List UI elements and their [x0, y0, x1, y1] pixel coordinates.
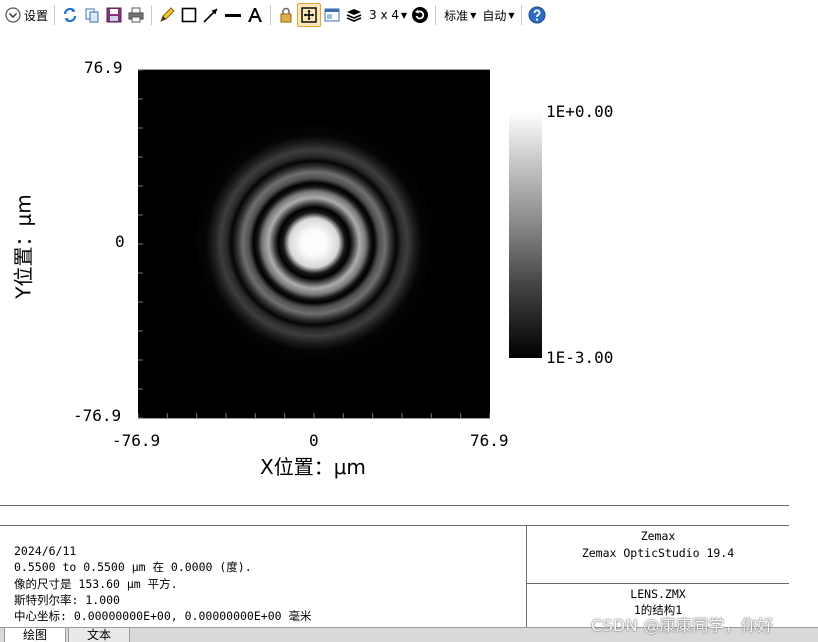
info-wavelength: 0.5500 to 0.5500 μm 在 0.0000 (度). [14, 560, 252, 575]
caret-down-icon: ▼ [508, 10, 515, 20]
layers-button[interactable] [343, 3, 365, 27]
airy-pattern [138, 70, 490, 418]
layout-label: 3 x 4 [369, 8, 400, 22]
help-icon [528, 6, 546, 24]
pencil-icon [158, 6, 176, 24]
x-tick-left: -76.9 [112, 431, 161, 450]
standard-label: 标准 [444, 8, 469, 23]
rotate-icon [411, 6, 429, 24]
toolbar-divider [151, 5, 153, 25]
tab-draw[interactable]: 绘图 [4, 628, 67, 642]
refresh-button[interactable] [59, 3, 81, 27]
standard-dropdown[interactable]: 标准 ▼ [440, 3, 478, 27]
y-tick-bottom: -76.9 [73, 406, 122, 425]
save-icon [105, 6, 123, 24]
text-tool-button[interactable] [244, 3, 266, 27]
refresh-icon [61, 6, 79, 24]
info-file: LENS.ZMX [630, 587, 686, 601]
lock-icon [277, 6, 295, 24]
save-button[interactable] [103, 3, 125, 27]
line-tool-button[interactable] [222, 3, 244, 27]
y-axis-title: Y位置：μm [11, 194, 36, 299]
printer-icon [127, 6, 145, 24]
colorbar-min-label: 1E-3.00 [546, 348, 614, 367]
rectangle-icon [180, 6, 198, 24]
psf-image[interactable] [138, 69, 490, 419]
rotate-button[interactable] [409, 3, 431, 27]
chevron-down-circle-icon [4, 6, 22, 24]
toolbar-divider [520, 5, 522, 25]
info-text-block: 2024/6/11 0.5500 to 0.5500 μm 在 0.0000 (… [14, 543, 311, 624]
info-product: Zemax OpticStudio 19.4 [581, 545, 735, 560]
arrow-icon [202, 6, 220, 24]
arrow-tool-button[interactable] [200, 3, 222, 27]
window-icon [323, 6, 341, 24]
lock-button[interactable] [275, 3, 297, 27]
info-date: 2024/6/11 [14, 544, 77, 558]
y-tick-mid: 0 [115, 232, 125, 251]
fit-window-button[interactable] [297, 3, 322, 27]
y-tick-top: 76.9 [84, 58, 123, 77]
watermark-text: CSDN @康康同学，你好 [591, 616, 774, 635]
caret-down-icon: ▼ [470, 10, 477, 20]
auto-label: 自动 [482, 8, 507, 23]
rectangle-tool-button[interactable] [178, 3, 200, 27]
info-company: Zemax [640, 529, 676, 543]
info-divider [526, 583, 789, 584]
x-axis-title: X位置：μm [260, 455, 366, 479]
toolbar-divider [270, 5, 272, 25]
info-company-block: Zemax Zemax OpticStudio 19.4 [527, 528, 789, 561]
crosshair-box-icon [300, 6, 318, 24]
toolbar-divider [54, 5, 56, 25]
settings-button[interactable]: 设置 [2, 3, 50, 27]
print-button[interactable] [125, 3, 147, 27]
x-tick-right: 76.9 [470, 431, 509, 450]
layout-dropdown[interactable]: 3 x 4 ▼ [365, 3, 409, 27]
line-icon [224, 6, 242, 24]
caret-down-icon: ▼ [401, 10, 408, 20]
info-center: 中心坐标: 0.00000000E+00, 0.00000000E+00 毫米 [14, 609, 312, 624]
text-icon [246, 6, 264, 24]
info-panel: 2024/6/11 0.5500 to 0.5500 μm 在 0.0000 (… [0, 505, 789, 628]
x-tick-mid: 0 [309, 431, 319, 450]
info-divider [0, 525, 789, 526]
toolbar: 设置 3 x 4 ▼ 标准 ▼ 自动 ▼ [0, 0, 818, 30]
window-button[interactable] [321, 3, 343, 27]
auto-dropdown[interactable]: 自动 ▼ [478, 3, 516, 27]
tab-text[interactable]: 文本 [68, 628, 131, 642]
colorbar [509, 112, 542, 358]
layers-icon [345, 6, 363, 24]
settings-label: 设置 [24, 8, 49, 23]
info-strehl: 斯特列尔率: 1.000 [14, 592, 120, 607]
toolbar-divider [435, 5, 437, 25]
pencil-tool-button[interactable] [156, 3, 178, 27]
copy-button[interactable] [81, 3, 103, 27]
copy-icon [83, 6, 101, 24]
colorbar-max-label: 1E+0.00 [546, 102, 614, 121]
help-button[interactable] [526, 3, 548, 27]
info-image-size: 像的尺寸是 153.60 μm 平方. [14, 576, 178, 591]
psf-analysis-window: 设置 3 x 4 ▼ 标准 ▼ 自动 ▼ 76.9 0 -76.9 -76.9 … [0, 0, 818, 642]
